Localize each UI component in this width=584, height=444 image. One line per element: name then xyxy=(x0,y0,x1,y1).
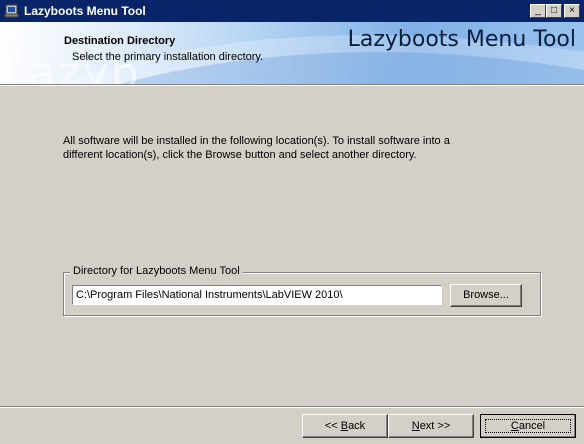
title-bar[interactable]: Lazyboots Menu Tool _ □ × xyxy=(0,0,584,22)
footer-divider xyxy=(0,406,584,408)
close-icon[interactable]: × xyxy=(564,4,580,18)
window-title: Lazyboots Menu Tool xyxy=(24,4,146,18)
back-label-prefix: << xyxy=(324,420,341,432)
page-subtitle: Select the primary installation director… xyxy=(72,51,264,63)
focus-ring xyxy=(485,419,571,433)
next-button[interactable]: Next >> xyxy=(388,414,474,438)
next-label-rest: ext >> xyxy=(419,420,451,432)
minimize-icon[interactable]: _ xyxy=(530,4,546,18)
directory-group: Directory for Lazyboots Menu Tool Browse… xyxy=(63,265,541,316)
back-label-rest: ack xyxy=(348,420,366,432)
installer-icon[interactable] xyxy=(4,3,20,19)
directory-path-input[interactable] xyxy=(72,285,442,305)
page-title: Destination Directory xyxy=(64,35,176,47)
installer-window: Lazyboots Menu Tool _ □ × Lazyb Destinat… xyxy=(0,0,584,444)
directory-group-legend: Directory for Lazyboots Menu Tool xyxy=(70,265,243,277)
browse-button[interactable]: Browse... xyxy=(450,284,522,307)
back-accelerator: B xyxy=(340,420,349,432)
next-accelerator: N xyxy=(411,420,420,432)
header-banner: Lazyb Destination Directory Select the p… xyxy=(0,22,584,84)
install-description: All software will be installed in the fo… xyxy=(63,135,450,161)
brand-logo-text: Lazyboots Menu Tool xyxy=(347,27,576,52)
header-divider xyxy=(0,84,584,86)
cancel-button[interactable]: Cancel xyxy=(480,414,576,438)
maximize-icon[interactable]: □ xyxy=(546,4,562,18)
back-button[interactable]: << Back xyxy=(302,414,388,438)
